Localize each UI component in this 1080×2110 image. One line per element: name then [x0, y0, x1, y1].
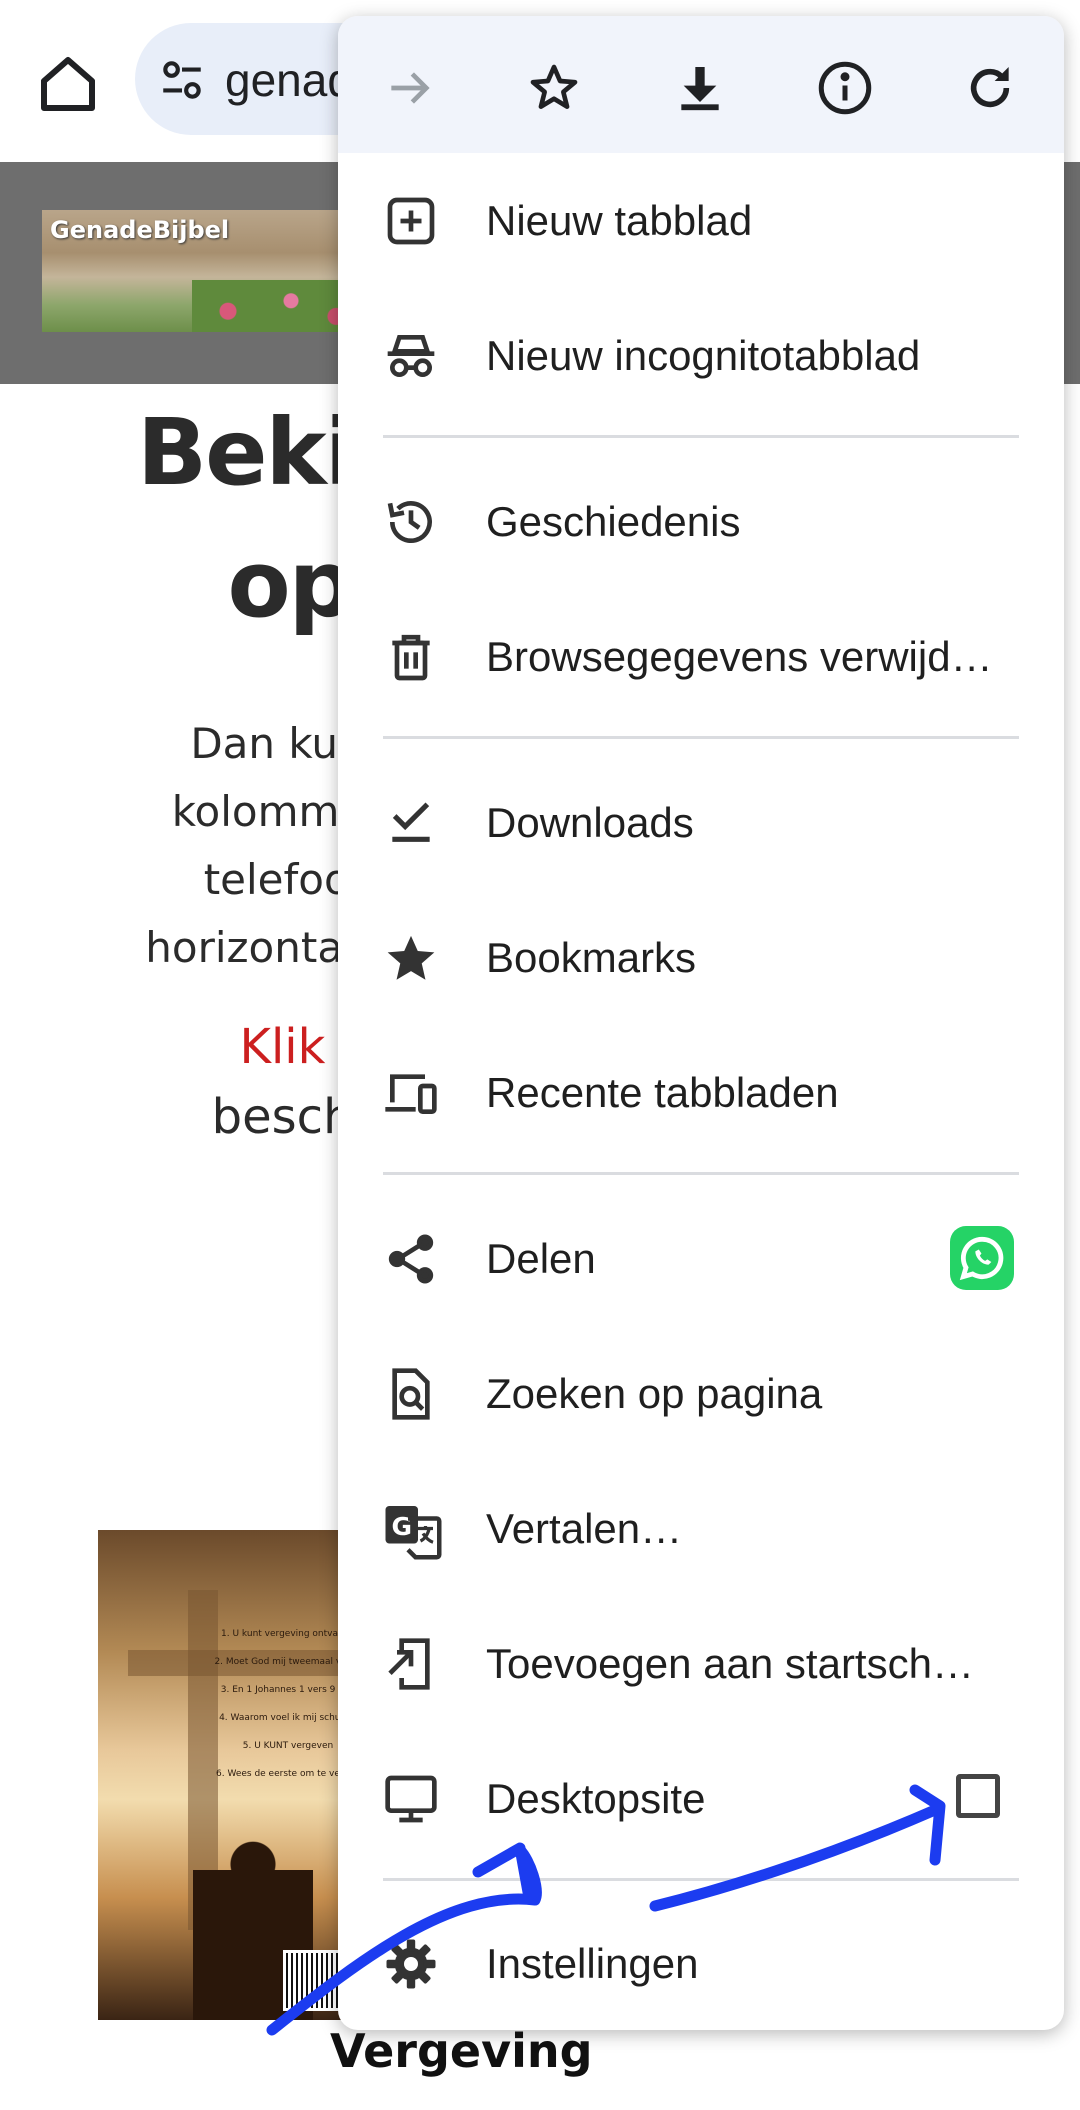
svg-text:G: G	[391, 1512, 412, 1541]
banner-image[interactable]: GenadeBijbel	[42, 210, 372, 332]
menu-item-label: Zoeken op pagina	[486, 1370, 823, 1417]
menu-item-label: Instellingen	[486, 1940, 699, 1987]
menu-item-find-in-page[interactable]: Zoeken op pagina	[338, 1326, 1064, 1461]
menu-item-add-to-home-screen[interactable]: Toevoegen aan startsch…	[338, 1596, 1064, 1731]
klik-link[interactable]: Klik	[239, 1019, 325, 1075]
forward-icon[interactable]	[380, 58, 440, 118]
menu-divider	[383, 736, 1019, 739]
menu-item-label: Bookmarks	[486, 934, 697, 981]
incognito-icon	[383, 328, 439, 384]
menu-item-new-tab[interactable]: Nieuw tabblad	[338, 153, 1064, 288]
find-in-page-icon	[383, 1366, 439, 1422]
overflow-menu: Nieuw tabblad Nieuw incognitotabblad Ges…	[338, 16, 1064, 2030]
menu-item-label: Toevoegen aan startsch…	[486, 1640, 974, 1687]
menu-item-downloads[interactable]: Downloads	[338, 755, 1064, 890]
menu-item-label: Downloads	[486, 799, 694, 846]
bookmark-star-icon[interactable]	[524, 58, 584, 118]
menu-item-new-incognito-tab[interactable]: Nieuw incognitotabblad	[338, 288, 1064, 423]
menu-item-label: Nieuw tabblad	[486, 197, 753, 244]
menu-item-desktop-site[interactable]: Desktopsite	[338, 1731, 1064, 1866]
menu-item-label: Desktopsite	[486, 1775, 706, 1822]
home-icon[interactable]	[32, 48, 104, 120]
menu-item-label: Nieuw incognitotabblad	[486, 332, 921, 379]
menu-item-label: Browsegegevens verwijd…	[486, 633, 993, 680]
site-settings-icon[interactable]	[157, 55, 207, 105]
translate-icon: G	[383, 1501, 442, 1560]
menu-item-bookmarks[interactable]: Bookmarks	[338, 890, 1064, 1025]
book-caption[interactable]: Vergeving	[330, 2024, 593, 2078]
info-icon[interactable]	[815, 58, 875, 118]
reload-icon[interactable]	[960, 58, 1020, 118]
downloads-icon	[383, 795, 439, 851]
menu-action-bar	[338, 16, 1064, 153]
menu-item-clear-browsing-data[interactable]: Browsegegevens verwijd…	[338, 589, 1064, 724]
menu-item-history[interactable]: Geschiedenis	[338, 454, 1064, 589]
menu-item-label: Recente tabbladen	[486, 1069, 839, 1116]
history-icon	[383, 494, 439, 550]
menu-item-translate[interactable]: G Vertalen…	[338, 1461, 1064, 1596]
menu-divider	[383, 1172, 1019, 1175]
menu-item-settings[interactable]: Instellingen	[338, 1896, 1064, 2030]
banner-logo: GenadeBijbel	[50, 216, 230, 244]
menu-item-recent-tabs[interactable]: Recente tabbladen	[338, 1025, 1064, 1160]
desktop-site-checkbox[interactable]	[956, 1774, 1000, 1818]
settings-icon	[383, 1936, 439, 1992]
devices-icon	[383, 1065, 439, 1121]
star-icon	[383, 930, 439, 986]
whatsapp-icon[interactable]	[950, 1226, 1014, 1290]
menu-item-label: Geschiedenis	[486, 498, 741, 545]
menu-item-label: Delen	[486, 1235, 596, 1282]
share-icon	[383, 1231, 439, 1287]
add-to-home-icon	[383, 1636, 439, 1692]
download-icon[interactable]	[670, 58, 730, 118]
menu-divider	[383, 435, 1019, 438]
new-tab-icon	[383, 193, 439, 249]
trash-icon	[383, 629, 439, 685]
menu-divider	[383, 1878, 1019, 1881]
menu-item-label: Vertalen…	[486, 1505, 683, 1552]
menu-item-share[interactable]: Delen	[338, 1191, 1064, 1326]
desktop-icon	[383, 1771, 439, 1827]
